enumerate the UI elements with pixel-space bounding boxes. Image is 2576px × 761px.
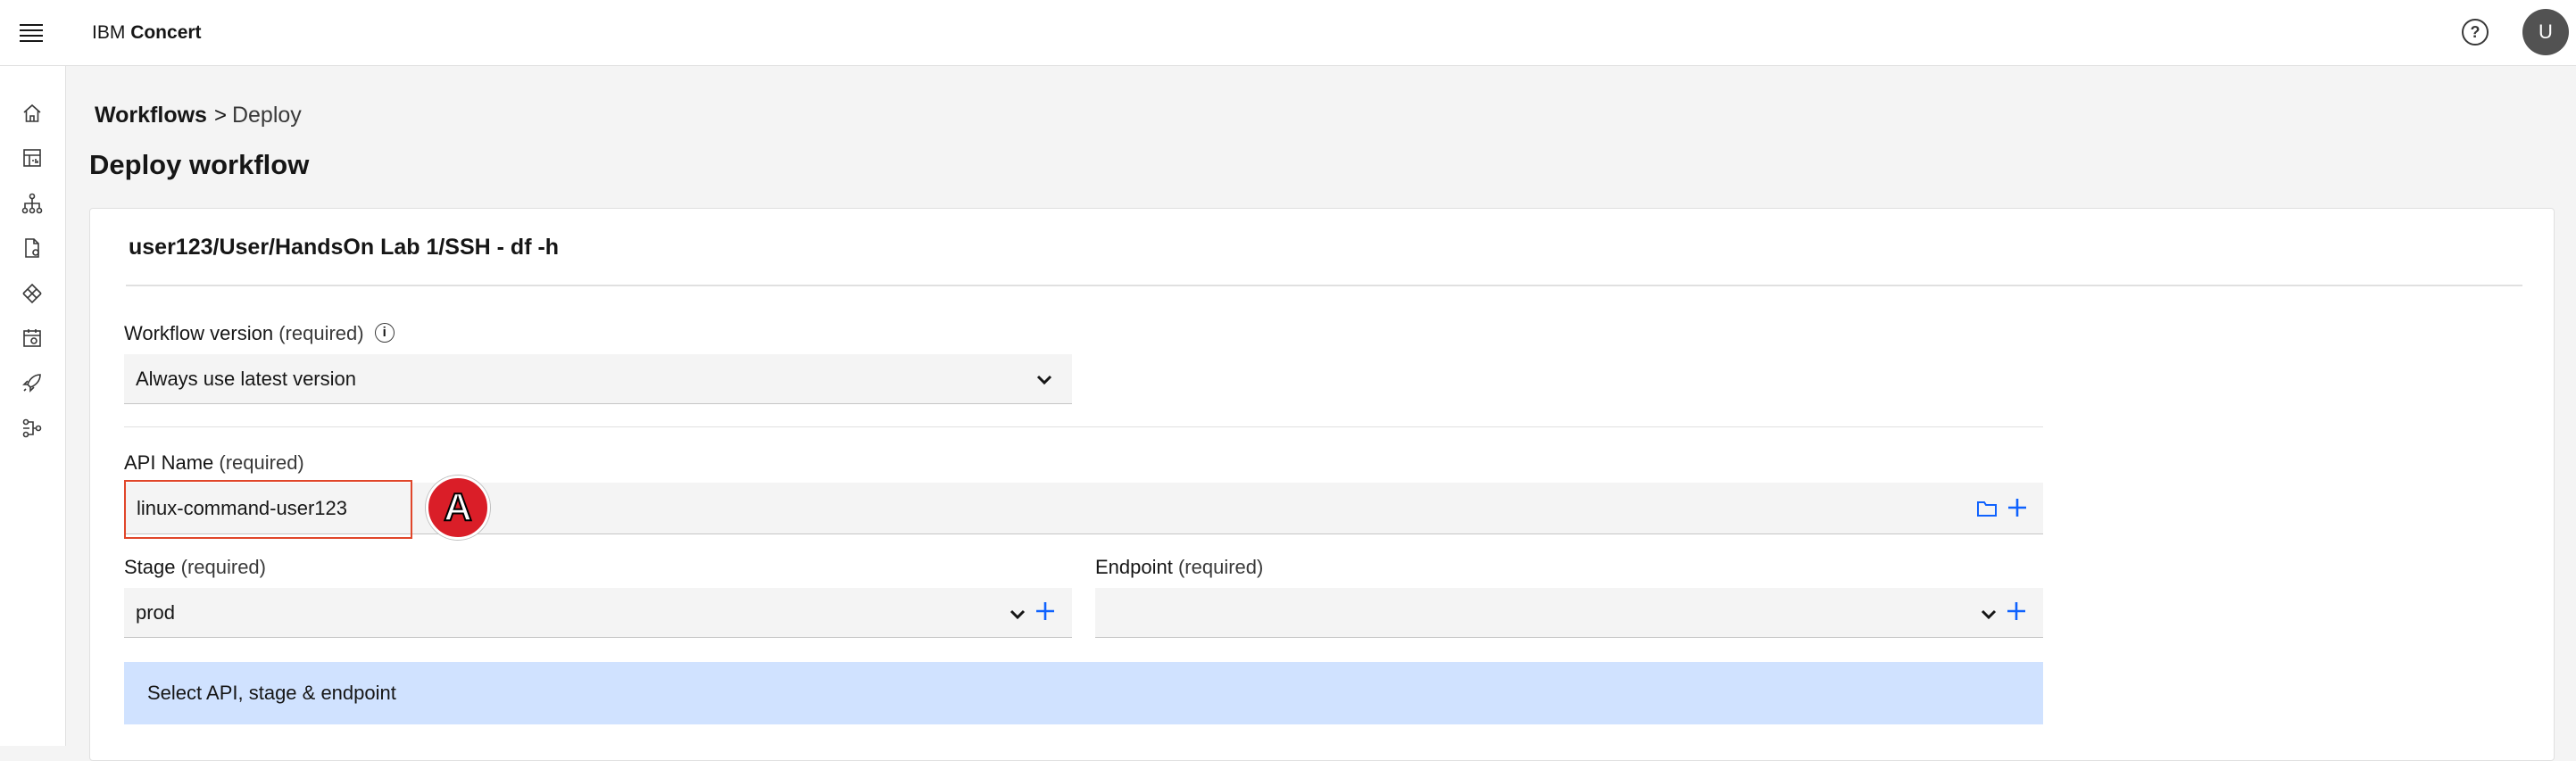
page-title: Deploy workflow (89, 149, 310, 180)
endpoint-label: Endpoint (required) (1095, 555, 1263, 580)
brand[interactable]: IBM Concert (92, 20, 202, 46)
brand-prefix: IBM (92, 22, 126, 43)
add-endpoint-icon[interactable] (2006, 600, 2027, 622)
api-name-label-text: API Name (124, 451, 214, 474)
chevron-down-icon[interactable] (1035, 369, 1054, 389)
section-divider (124, 426, 2043, 427)
chevron-down-icon[interactable] (1979, 604, 1998, 624)
add-stage-icon[interactable] (1035, 600, 1056, 622)
breadcrumb-workflows[interactable]: Workflows (95, 103, 207, 128)
stage-label-text: Stage (124, 556, 176, 578)
workflow-path-title: user123/User/HandsOn Lab 1/SSH - df -h (129, 235, 560, 260)
stage-label: Stage (required) (124, 555, 266, 580)
endpoint-select[interactable] (1095, 588, 2043, 638)
stage-select[interactable]: prod (124, 588, 1072, 638)
menu-icon[interactable] (18, 21, 45, 45)
breadcrumb-separator: > (213, 103, 227, 128)
api-name-value[interactable]: linux-command-user123 (124, 480, 412, 539)
api-name-field[interactable]: linux-command-user123 (124, 480, 2043, 539)
api-name-label: API Name (required) (124, 451, 304, 476)
workflow-version-label: Workflow version (required) i (124, 321, 395, 346)
folder-icon[interactable] (1976, 499, 1998, 518)
brand-name: Concert (130, 22, 202, 43)
chevron-down-icon[interactable] (1008, 604, 1027, 624)
title-divider (126, 285, 2522, 286)
info-icon[interactable]: i (374, 323, 395, 343)
required-marker: (required) (219, 451, 304, 474)
workflow-version-label-text: Workflow version (124, 322, 274, 344)
workflow-icon[interactable] (21, 417, 44, 440)
breadcrumb: Workflows > Deploy (95, 102, 302, 129)
resilience-icon[interactable] (21, 282, 44, 305)
top-header: IBM Concert ? U (0, 0, 2576, 66)
rocket-icon[interactable] (21, 371, 44, 394)
help-icon[interactable]: ? (2462, 19, 2489, 45)
calendar-icon[interactable] (21, 327, 44, 350)
required-marker: (required) (1177, 556, 1264, 578)
workflow-version-select[interactable]: Always use latest version (124, 354, 1072, 404)
select-api-stage-endpoint-button[interactable]: Select API, stage & endpoint (124, 662, 2043, 724)
user-avatar[interactable]: U (2522, 9, 2569, 55)
workflow-version-value: Always use latest version (136, 367, 356, 390)
home-icon[interactable] (21, 102, 44, 125)
required-marker: (required) (278, 322, 364, 344)
stage-value: prod (136, 600, 176, 624)
required-marker: (required) (180, 556, 266, 578)
endpoint-label-text: Endpoint (1095, 556, 1173, 578)
document-icon[interactable] (21, 236, 44, 260)
breadcrumb-current: Deploy (231, 103, 302, 128)
annotation-marker-a: A (426, 476, 490, 540)
dashboard-icon[interactable] (21, 146, 44, 170)
add-api-icon[interactable] (2007, 497, 2028, 518)
topology-icon[interactable] (21, 192, 44, 215)
side-nav (0, 66, 66, 746)
